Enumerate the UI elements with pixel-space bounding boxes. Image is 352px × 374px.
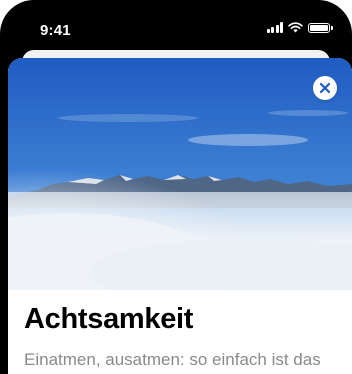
status-icons	[266, 22, 333, 33]
close-icon	[320, 83, 330, 93]
article-card[interactable]: Achtsamkeit Einatmen, ausatmen: so einfa…	[8, 58, 352, 374]
cellular-signal-icon	[266, 22, 283, 33]
battery-icon	[308, 22, 333, 33]
wifi-icon	[288, 22, 303, 33]
close-button[interactable]	[313, 76, 337, 100]
article-subtitle: Einatmen, ausatmen: so einfach ist das	[24, 350, 321, 369]
article-title: Achtsamkeit	[24, 303, 194, 335]
status-time: 9:41	[40, 22, 71, 39]
status-bar: 9:41	[0, 0, 352, 56]
phone-screen: 9:41 Achtsamkeit Einatmen, ausatmen: so …	[0, 0, 352, 374]
hero-image	[8, 58, 352, 290]
